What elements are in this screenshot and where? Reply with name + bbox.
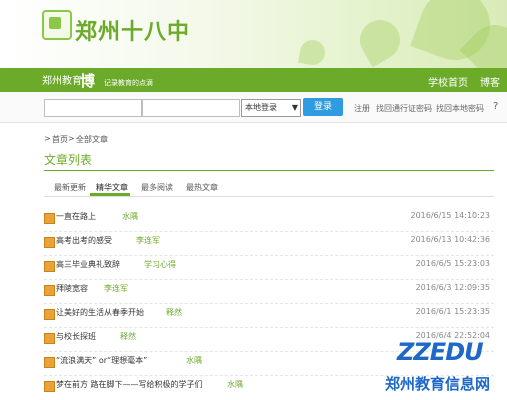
article-icon bbox=[44, 333, 55, 344]
article-title[interactable]: “流浪满天” or“理想毫本” bbox=[56, 355, 147, 366]
recover-passport-password-link[interactable]: 找回通行证密码 bbox=[376, 103, 432, 114]
article-row: 一直在路上 水隅 2016/6/15 14:10:23 bbox=[44, 211, 494, 232]
article-author[interactable]: 李连军 bbox=[104, 283, 128, 294]
article-icon bbox=[44, 357, 55, 368]
site-watermark: ZZEDU 郑州教育信息网 bbox=[385, 338, 505, 398]
school-logo-icon bbox=[42, 10, 72, 40]
nav-link-blog[interactable]: 博客 bbox=[480, 74, 500, 89]
article-date: 2016/6/15 14:10:23 bbox=[410, 211, 491, 220]
login-type-select[interactable]: 本地登录 ▼ bbox=[241, 99, 301, 117]
breadcrumb-home[interactable]: 首页 bbox=[52, 134, 68, 145]
leaf-decoration bbox=[298, 38, 327, 67]
article-icon bbox=[44, 285, 55, 296]
article-date: 2016/6/5 15:23:03 bbox=[415, 259, 490, 268]
article-author[interactable]: 水隅 bbox=[186, 355, 202, 366]
article-row: 高考出考的感受 李连军 2016/6/13 10:42:36 bbox=[44, 235, 494, 256]
blog-logo-tagline: 记录教育的点滴 bbox=[104, 79, 153, 87]
blog-logo[interactable]: 郑州教育 博客 记录教育的点滴 bbox=[42, 72, 153, 111]
article-row: 让美好的生活从春季开始 释然 2016/6/1 15:23:35 bbox=[44, 307, 494, 328]
article-row: 高三毕业典礼致辞 学习心得 2016/6/5 15:23:03 bbox=[44, 259, 494, 280]
tab-featured[interactable]: 精华文章 bbox=[96, 182, 128, 193]
article-author[interactable]: 水隅 bbox=[122, 211, 138, 222]
title-divider bbox=[44, 170, 494, 171]
leaf-decoration bbox=[352, 12, 408, 68]
article-author[interactable]: 释然 bbox=[166, 307, 182, 318]
tab-latest[interactable]: 最新更新 bbox=[54, 182, 86, 193]
tab-active-indicator bbox=[90, 193, 130, 196]
breadcrumb-separator: > bbox=[44, 134, 51, 143]
article-date: 2016/6/13 10:42:36 bbox=[410, 235, 491, 244]
article-icon bbox=[44, 237, 55, 248]
article-icon bbox=[44, 213, 55, 224]
article-date: 2016/6/3 12:09:35 bbox=[415, 283, 490, 292]
password-input[interactable] bbox=[142, 99, 240, 117]
article-row: 拜陵宽容 李连军 2016/6/3 12:09:35 bbox=[44, 283, 494, 304]
tab-hottest[interactable]: 最热文章 bbox=[186, 182, 218, 193]
chevron-down-icon: ▼ bbox=[291, 103, 298, 112]
username-input[interactable] bbox=[44, 99, 142, 117]
blog-logo-main: 郑州教育 bbox=[42, 76, 82, 87]
article-icon bbox=[44, 381, 55, 392]
school-name: 郑州十八中 bbox=[75, 20, 191, 45]
article-title[interactable]: 拜陵宽容 bbox=[56, 283, 88, 294]
nav-link-school-home[interactable]: 学校首页 bbox=[428, 74, 468, 89]
article-icon bbox=[44, 261, 55, 272]
article-title[interactable]: 高三毕业典礼致辞 bbox=[56, 259, 120, 270]
login-type-value: 本地登录 bbox=[245, 103, 277, 112]
breadcrumb-current: 全部文章 bbox=[76, 135, 108, 144]
login-button[interactable]: 登录 bbox=[303, 98, 343, 116]
recover-local-password-link[interactable]: 找回本地密码 bbox=[436, 103, 484, 114]
article-title[interactable]: 与校长探班 bbox=[56, 331, 96, 342]
article-author[interactable]: 李连军 bbox=[136, 235, 160, 246]
watermark-text: 郑州教育信息网 bbox=[385, 375, 491, 393]
article-title[interactable]: 梦在前方 路在脚下——写给积极的学子们 bbox=[56, 379, 203, 390]
help-icon[interactable]: ? bbox=[493, 101, 498, 112]
article-title[interactable]: 高考出考的感受 bbox=[56, 235, 112, 246]
article-author[interactable]: 学习心得 bbox=[144, 259, 176, 270]
article-date: 2016/6/1 15:23:35 bbox=[415, 307, 490, 316]
watermark-logo: ZZEDU bbox=[397, 338, 484, 366]
article-title[interactable]: 让美好的生活从春季开始 bbox=[56, 307, 144, 318]
tab-most-read[interactable]: 最多阅读 bbox=[141, 182, 173, 193]
article-author[interactable]: 水隅 bbox=[227, 379, 243, 390]
register-link[interactable]: 注册 bbox=[354, 103, 370, 114]
article-author[interactable]: 释然 bbox=[120, 331, 136, 342]
article-icon bbox=[44, 309, 55, 320]
article-title[interactable]: 一直在路上 bbox=[56, 211, 96, 222]
page-title: 文章列表 bbox=[44, 153, 93, 167]
breadcrumb-separator: > bbox=[68, 134, 75, 143]
